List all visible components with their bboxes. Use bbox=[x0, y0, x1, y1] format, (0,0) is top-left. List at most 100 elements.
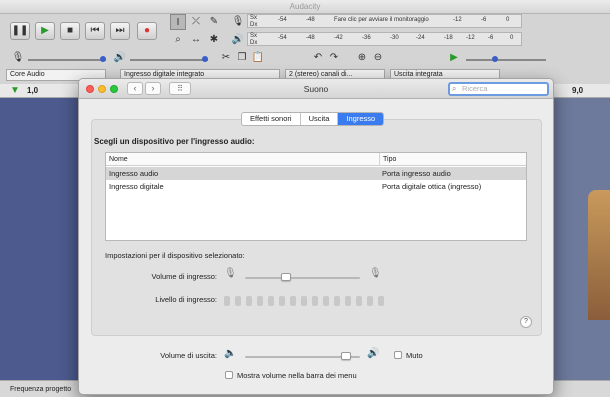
tab-output[interactable]: Uscita bbox=[301, 113, 339, 125]
audacity-toolbar: ❚❚ ▶ ■ ⏮ ⏭ ● I ⤫ ✎ ⌕ ↔ ✱ 🎙 🔊 Sx Dx -54 -… bbox=[0, 14, 610, 84]
copy-icon[interactable]: ❐ bbox=[234, 50, 250, 66]
meter-ch-l: Sx bbox=[250, 33, 258, 39]
record-volume-slider[interactable] bbox=[28, 59, 106, 61]
device-type: Porta digitale ottica (ingresso) bbox=[382, 182, 482, 191]
zoom-tool-icon[interactable]: ⌕ bbox=[170, 32, 186, 48]
multi-tool-icon[interactable]: ✱ bbox=[206, 32, 222, 48]
playback-meter[interactable]: Sx Dx -54 -48 -42 -36 -30 -24 -18 -12 -6… bbox=[247, 32, 522, 46]
meter-tick: -48 bbox=[306, 35, 315, 41]
zoom-in-icon[interactable]: ⊕ bbox=[354, 50, 370, 66]
column-header-type[interactable]: Tipo bbox=[379, 153, 396, 166]
column-header-name[interactable]: Nome bbox=[109, 153, 128, 166]
meter-tick: -30 bbox=[390, 35, 399, 41]
search-input[interactable]: ⌕ Ricerca bbox=[448, 82, 549, 96]
pin-icon[interactable]: ▼ bbox=[10, 85, 20, 96]
redo-icon[interactable]: ↷ bbox=[326, 50, 342, 66]
pause-button[interactable]: ❚❚ bbox=[10, 22, 30, 40]
meter-tick: 0 bbox=[506, 17, 510, 23]
input-level-segment bbox=[268, 296, 274, 306]
search-placeholder: Ricerca bbox=[462, 84, 488, 93]
zoom-out-icon[interactable]: ⊖ bbox=[370, 50, 386, 66]
meter-tick: -42 bbox=[334, 35, 343, 41]
play-volume-slider[interactable] bbox=[130, 59, 208, 61]
ruler-end: 9,0 bbox=[572, 86, 584, 95]
mute-checkbox[interactable] bbox=[394, 351, 402, 359]
input-volume-slider[interactable] bbox=[245, 277, 360, 279]
meter-tick: -6 bbox=[488, 35, 494, 41]
input-level-segment bbox=[246, 296, 252, 306]
input-level-segment bbox=[290, 296, 296, 306]
table-header: Nome Tipo bbox=[106, 153, 526, 166]
timeshift-tool-icon[interactable]: ↔ bbox=[188, 32, 204, 48]
input-level-segment bbox=[224, 296, 230, 306]
envelope-tool-icon[interactable]: ⤫ bbox=[188, 14, 204, 30]
meter-ch-r: Dx bbox=[250, 40, 258, 46]
skip-end-button[interactable]: ⏭ bbox=[110, 22, 130, 40]
input-level-segment bbox=[279, 296, 285, 306]
sound-preferences-window: ‹ › ⠿ Suono ⌕ Ricerca Effetti sonori Usc… bbox=[78, 78, 554, 395]
record-meter[interactable]: Sx Dx -54 -48 Fare clic per avviare il m… bbox=[247, 14, 522, 28]
record-button[interactable]: ● bbox=[137, 22, 157, 40]
ruler-start: 1,0 bbox=[27, 86, 39, 95]
record-volume-knob[interactable] bbox=[100, 56, 106, 62]
undo-icon[interactable]: ↶ bbox=[310, 50, 326, 66]
search-icon: ⌕ bbox=[452, 84, 457, 93]
input-device-table[interactable]: Nome Tipo Ingresso audio Porta ingresso … bbox=[105, 152, 527, 241]
paste-icon[interactable]: 📋 bbox=[250, 50, 266, 66]
settings-title: Impostazioni per il dispositivo selezion… bbox=[105, 251, 245, 260]
input-volume-knob[interactable] bbox=[281, 273, 292, 281]
output-volume-knob[interactable] bbox=[341, 352, 352, 360]
window-titlebar: ‹ › ⠿ Suono ⌕ Ricerca bbox=[79, 79, 553, 99]
tab-bar: Effetti sonori Uscita Ingresso bbox=[241, 112, 385, 126]
meter-ch-l: Sx bbox=[250, 15, 258, 21]
input-level-label: Livello di ingresso: bbox=[155, 295, 217, 304]
table-row[interactable]: Ingresso audio Porta ingresso audio bbox=[106, 167, 526, 180]
speaker-volume-icon: 🔊 bbox=[113, 52, 127, 63]
meter-tick: -6 bbox=[481, 17, 487, 23]
show-volume-checkbox[interactable] bbox=[225, 371, 233, 379]
meter-tick: -24 bbox=[416, 35, 425, 41]
audacity-title: Audacity bbox=[0, 0, 610, 14]
cut-icon[interactable]: ✂ bbox=[218, 50, 234, 66]
mute-label: Muto bbox=[406, 351, 423, 360]
input-level-segment bbox=[367, 296, 373, 306]
selection-tool-icon[interactable]: I bbox=[170, 14, 186, 30]
tab-sound-effects[interactable]: Effetti sonori bbox=[242, 113, 301, 125]
speed-slider[interactable] bbox=[466, 59, 546, 61]
input-level-segment bbox=[356, 296, 362, 306]
speaker-meter-icon: 🔊 bbox=[231, 34, 245, 45]
input-level-segment bbox=[345, 296, 351, 306]
meter-tick: -12 bbox=[453, 17, 462, 23]
help-button[interactable]: ? bbox=[520, 316, 532, 328]
mic-volume-icon: 🎙 bbox=[11, 52, 25, 63]
mic-high-icon: 🎙 bbox=[369, 268, 382, 280]
meter-ch-r: Dx bbox=[250, 22, 258, 28]
stop-button[interactable]: ■ bbox=[60, 22, 80, 40]
speed-knob[interactable] bbox=[492, 56, 498, 62]
meter-tick: -36 bbox=[362, 35, 371, 41]
meter-tick: -54 bbox=[278, 35, 287, 41]
input-level-segment bbox=[334, 296, 340, 306]
input-level-segment bbox=[257, 296, 263, 306]
mic-low-icon: 🎙 bbox=[224, 268, 237, 280]
mic-meter-icon: 🎙 bbox=[231, 16, 245, 27]
play-volume-knob[interactable] bbox=[202, 56, 208, 62]
table-row[interactable]: Ingresso digitale Porta digitale ottica … bbox=[106, 180, 526, 193]
draw-tool-icon[interactable]: ✎ bbox=[206, 14, 222, 30]
meter-tick: 0 bbox=[510, 35, 514, 41]
tab-input[interactable]: Ingresso bbox=[338, 113, 384, 125]
speaker-high-icon: 🔊 bbox=[367, 348, 380, 359]
device-type: Porta ingresso audio bbox=[382, 169, 451, 178]
input-volume-label: Volume di ingresso: bbox=[151, 272, 217, 281]
desktop-wallpaper-rocks bbox=[588, 190, 610, 320]
section-title: Scegli un dispositivo per l'ingresso aud… bbox=[94, 137, 255, 146]
speaker-low-icon: 🔈 bbox=[224, 348, 237, 359]
device-name: Ingresso digitale bbox=[109, 182, 164, 191]
meter-hint: Fare clic per avviare il monitoraggio bbox=[334, 17, 429, 23]
play-button[interactable]: ▶ bbox=[35, 22, 55, 40]
meter-tick: -54 bbox=[278, 17, 287, 23]
play-at-speed-icon[interactable]: ▶ bbox=[446, 50, 462, 66]
skip-start-button[interactable]: ⏮ bbox=[85, 22, 105, 40]
input-level-meter bbox=[224, 296, 384, 306]
meter-tick: -18 bbox=[444, 35, 453, 41]
